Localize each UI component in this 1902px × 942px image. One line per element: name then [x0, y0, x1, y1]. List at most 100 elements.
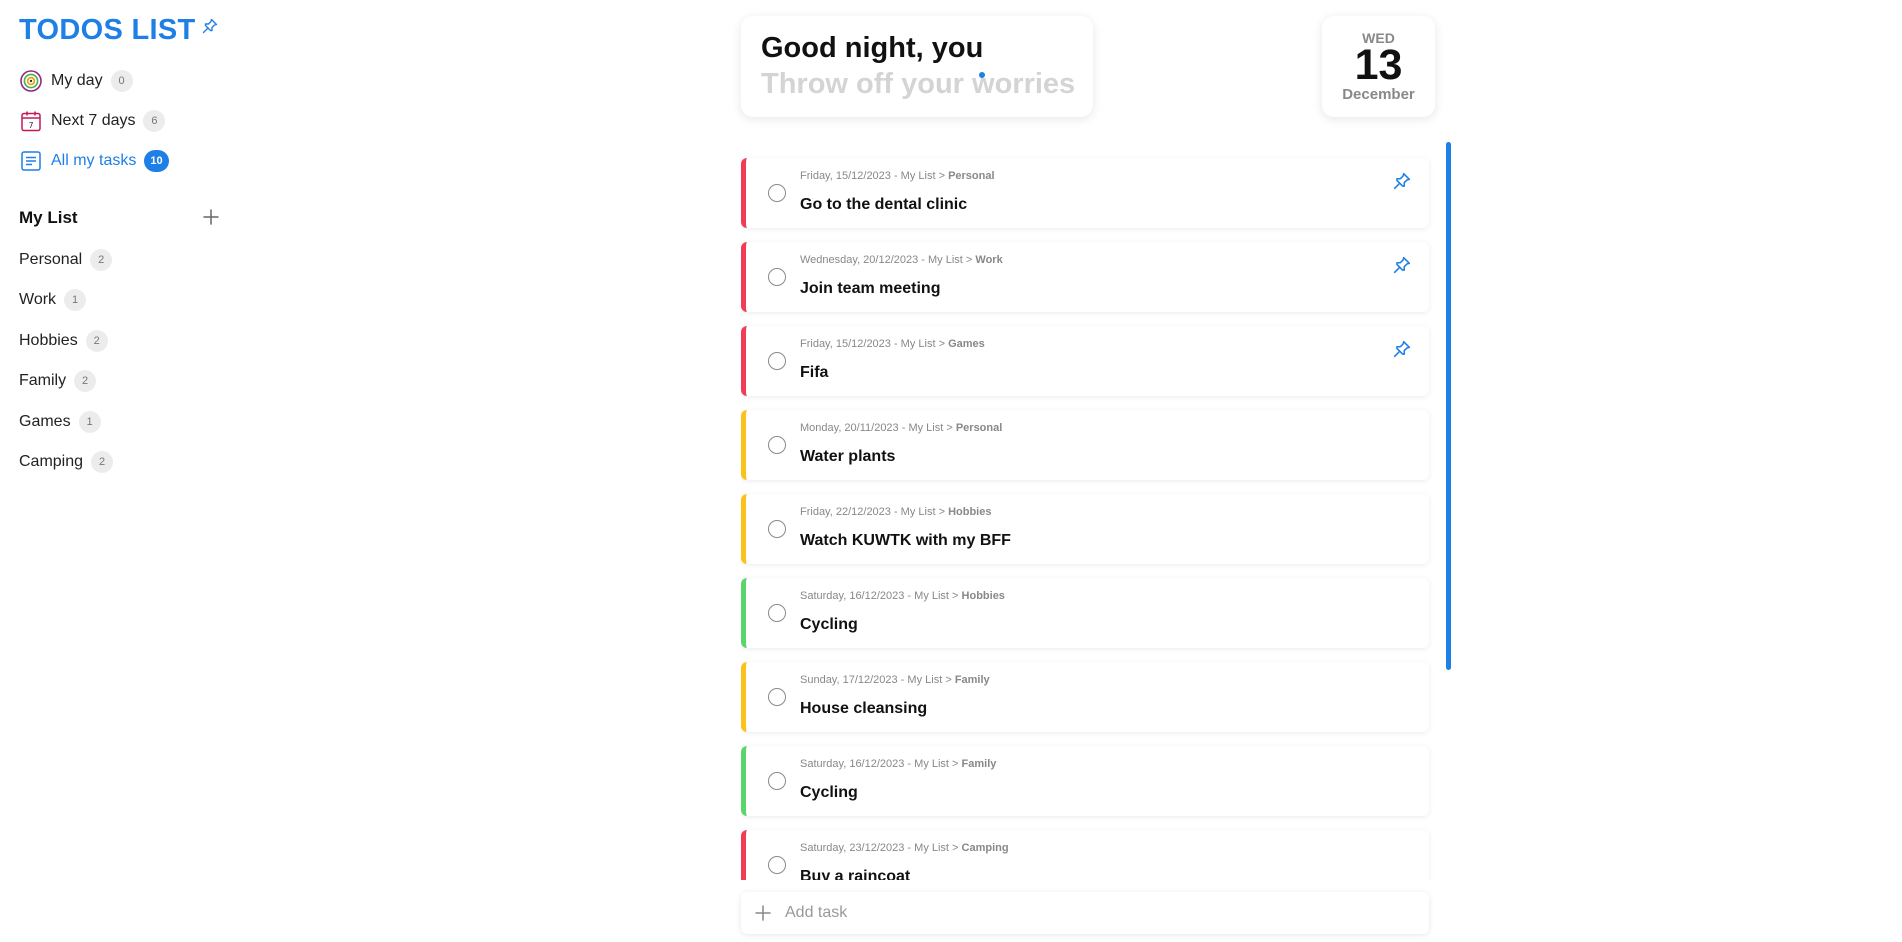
add-task-label: Add task [785, 904, 848, 921]
date-card: WED 13 December [1322, 16, 1435, 117]
task-card[interactable]: Saturday, 16/12/2023 - My List > Hobbies… [741, 578, 1429, 648]
task-meta: Friday, 22/12/2023 - My List > Hobbies [800, 506, 991, 518]
task-checkbox[interactable] [768, 688, 786, 706]
task-date: Saturday, 16/12/2023 - My List > [800, 590, 962, 602]
svg-text:7: 7 [28, 121, 33, 130]
task-checkbox[interactable] [768, 604, 786, 622]
task-category: Personal [955, 422, 1003, 434]
task-date: Friday, 15/12/2023 - My List > [800, 170, 949, 182]
task-card[interactable]: Saturday, 16/12/2023 - My List > Family … [741, 746, 1429, 816]
task-checkbox[interactable] [768, 268, 786, 286]
task-card[interactable]: Monday, 20/11/2023 - My List > Personal … [741, 410, 1429, 480]
task-title: Buy a raincoat [800, 868, 911, 880]
task-checkbox[interactable] [768, 856, 786, 874]
list-item-label: Personal [19, 251, 83, 268]
date-month: December [1342, 86, 1415, 103]
task-checkbox[interactable] [768, 520, 786, 538]
nav-item-all-my-tasks[interactable]: All my tasks 10 [19, 148, 169, 174]
count-badge: 6 [143, 110, 166, 132]
app-title: TODOS LIST [19, 14, 196, 46]
task-category: Family [954, 674, 990, 686]
list-item-hobbies[interactable]: Hobbies 2 [19, 329, 108, 353]
task-title: Fifa [800, 364, 829, 381]
task-card[interactable]: Friday, 15/12/2023 - My List > Personal … [741, 158, 1429, 228]
list-item-family[interactable]: Family 2 [19, 369, 97, 393]
list-item-label: Work [19, 291, 57, 308]
task-category: Camping [961, 842, 1009, 854]
nav-item-label: Next 7 days [51, 112, 136, 129]
list-item-personal[interactable]: Personal 2 [19, 248, 113, 272]
task-title: Join team meeting [800, 280, 941, 297]
task-title: Go to the dental clinic [800, 196, 968, 213]
add-task-input[interactable]: Add task [741, 892, 1429, 934]
count-badge: 2 [85, 330, 108, 352]
task-card[interactable]: Saturday, 23/12/2023 - My List > Camping… [741, 830, 1429, 880]
task-date: Wednesday, 20/12/2023 - My List > [800, 254, 976, 266]
nav-item-label: All my tasks [51, 152, 137, 169]
pin-icon[interactable] [1393, 172, 1411, 190]
target-icon [19, 69, 43, 93]
task-meta: Sunday, 17/12/2023 - My List > Family [800, 674, 990, 686]
list-item-work[interactable]: Work 1 [19, 288, 87, 312]
pin-icon[interactable] [1393, 340, 1411, 358]
task-category: Games [948, 338, 985, 350]
nav-item-label: My day [51, 72, 103, 89]
list-item-games[interactable]: Games 1 [19, 410, 101, 434]
pin-icon[interactable] [1393, 256, 1411, 274]
nav-item-next-7-days[interactable]: 7 Next 7 days 6 [19, 108, 166, 134]
task-meta: Wednesday, 20/12/2023 - My List > Work [800, 254, 1003, 266]
calendar-icon: 7 [19, 109, 43, 133]
greeting-card: Good night, you Throw off your worries [741, 16, 1093, 117]
greeting-title: Good night, you [761, 32, 984, 64]
task-checkbox[interactable] [768, 352, 786, 370]
task-meta: Friday, 15/12/2023 - My List > Games [800, 338, 985, 350]
list-icon [19, 149, 43, 173]
count-badge: 2 [74, 370, 97, 392]
task-meta: Saturday, 16/12/2023 - My List > Family [800, 758, 996, 770]
task-date: Friday, 15/12/2023 - My List > [800, 338, 949, 350]
task-checkbox[interactable] [768, 772, 786, 790]
count-badge: 2 [90, 249, 113, 271]
task-date: Saturday, 23/12/2023 - My List > [800, 842, 962, 854]
task-category: Family [961, 758, 997, 770]
list-heading: My List [19, 208, 78, 227]
task-category: Hobbies [961, 590, 1005, 602]
task-meta: Saturday, 23/12/2023 - My List > Camping [800, 842, 1009, 854]
task-title: Watch KUWTK with my BFF [800, 532, 1011, 549]
task-date: Sunday, 17/12/2023 - My List > [800, 674, 955, 686]
count-badge: 1 [64, 289, 87, 311]
task-card[interactable]: Friday, 15/12/2023 - My List > Games Fif… [741, 326, 1429, 396]
date-day-number: 13 [1354, 41, 1403, 89]
task-title: Cycling [800, 784, 858, 801]
task-category: Hobbies [948, 506, 992, 518]
count-badge: 10 [144, 150, 169, 172]
task-meta: Friday, 15/12/2023 - My List > Personal [800, 170, 995, 182]
task-checkbox[interactable] [768, 436, 786, 454]
task-date: Friday, 22/12/2023 - My List > [800, 506, 949, 518]
task-date: Saturday, 16/12/2023 - My List > [800, 758, 962, 770]
task-title: Water plants [800, 448, 896, 465]
task-list: Friday, 15/12/2023 - My List > Personal … [741, 148, 1441, 880]
task-meta: Monday, 20/11/2023 - My List > Personal [800, 422, 1002, 434]
task-category: Personal [948, 170, 995, 182]
count-badge: 2 [91, 451, 114, 473]
nav-item-my-day[interactable]: My day 0 [19, 68, 133, 94]
list-item-label: Family [19, 372, 67, 389]
task-card[interactable]: Friday, 22/12/2023 - My List > Hobbies W… [741, 494, 1429, 564]
count-badge: 1 [78, 411, 101, 433]
task-date: Monday, 20/11/2023 - My List > [800, 422, 956, 434]
list-item-label: Camping [19, 453, 84, 470]
scrollbar[interactable] [1446, 142, 1451, 670]
task-checkbox[interactable] [768, 184, 786, 202]
task-card[interactable]: Wednesday, 20/12/2023 - My List > Work J… [741, 242, 1429, 312]
pin-icon[interactable] [202, 18, 218, 34]
list-item-label: Games [19, 413, 71, 430]
count-badge: 0 [110, 70, 133, 92]
plus-icon [755, 905, 771, 921]
task-card[interactable]: Sunday, 17/12/2023 - My List > Family Ho… [741, 662, 1429, 732]
list-item-camping[interactable]: Camping 2 [19, 450, 114, 474]
task-title: House cleansing [800, 700, 928, 717]
plus-icon[interactable] [202, 208, 220, 226]
list-item-label: Hobbies [19, 332, 78, 349]
task-meta: Saturday, 16/12/2023 - My List > Hobbies [800, 590, 1005, 602]
